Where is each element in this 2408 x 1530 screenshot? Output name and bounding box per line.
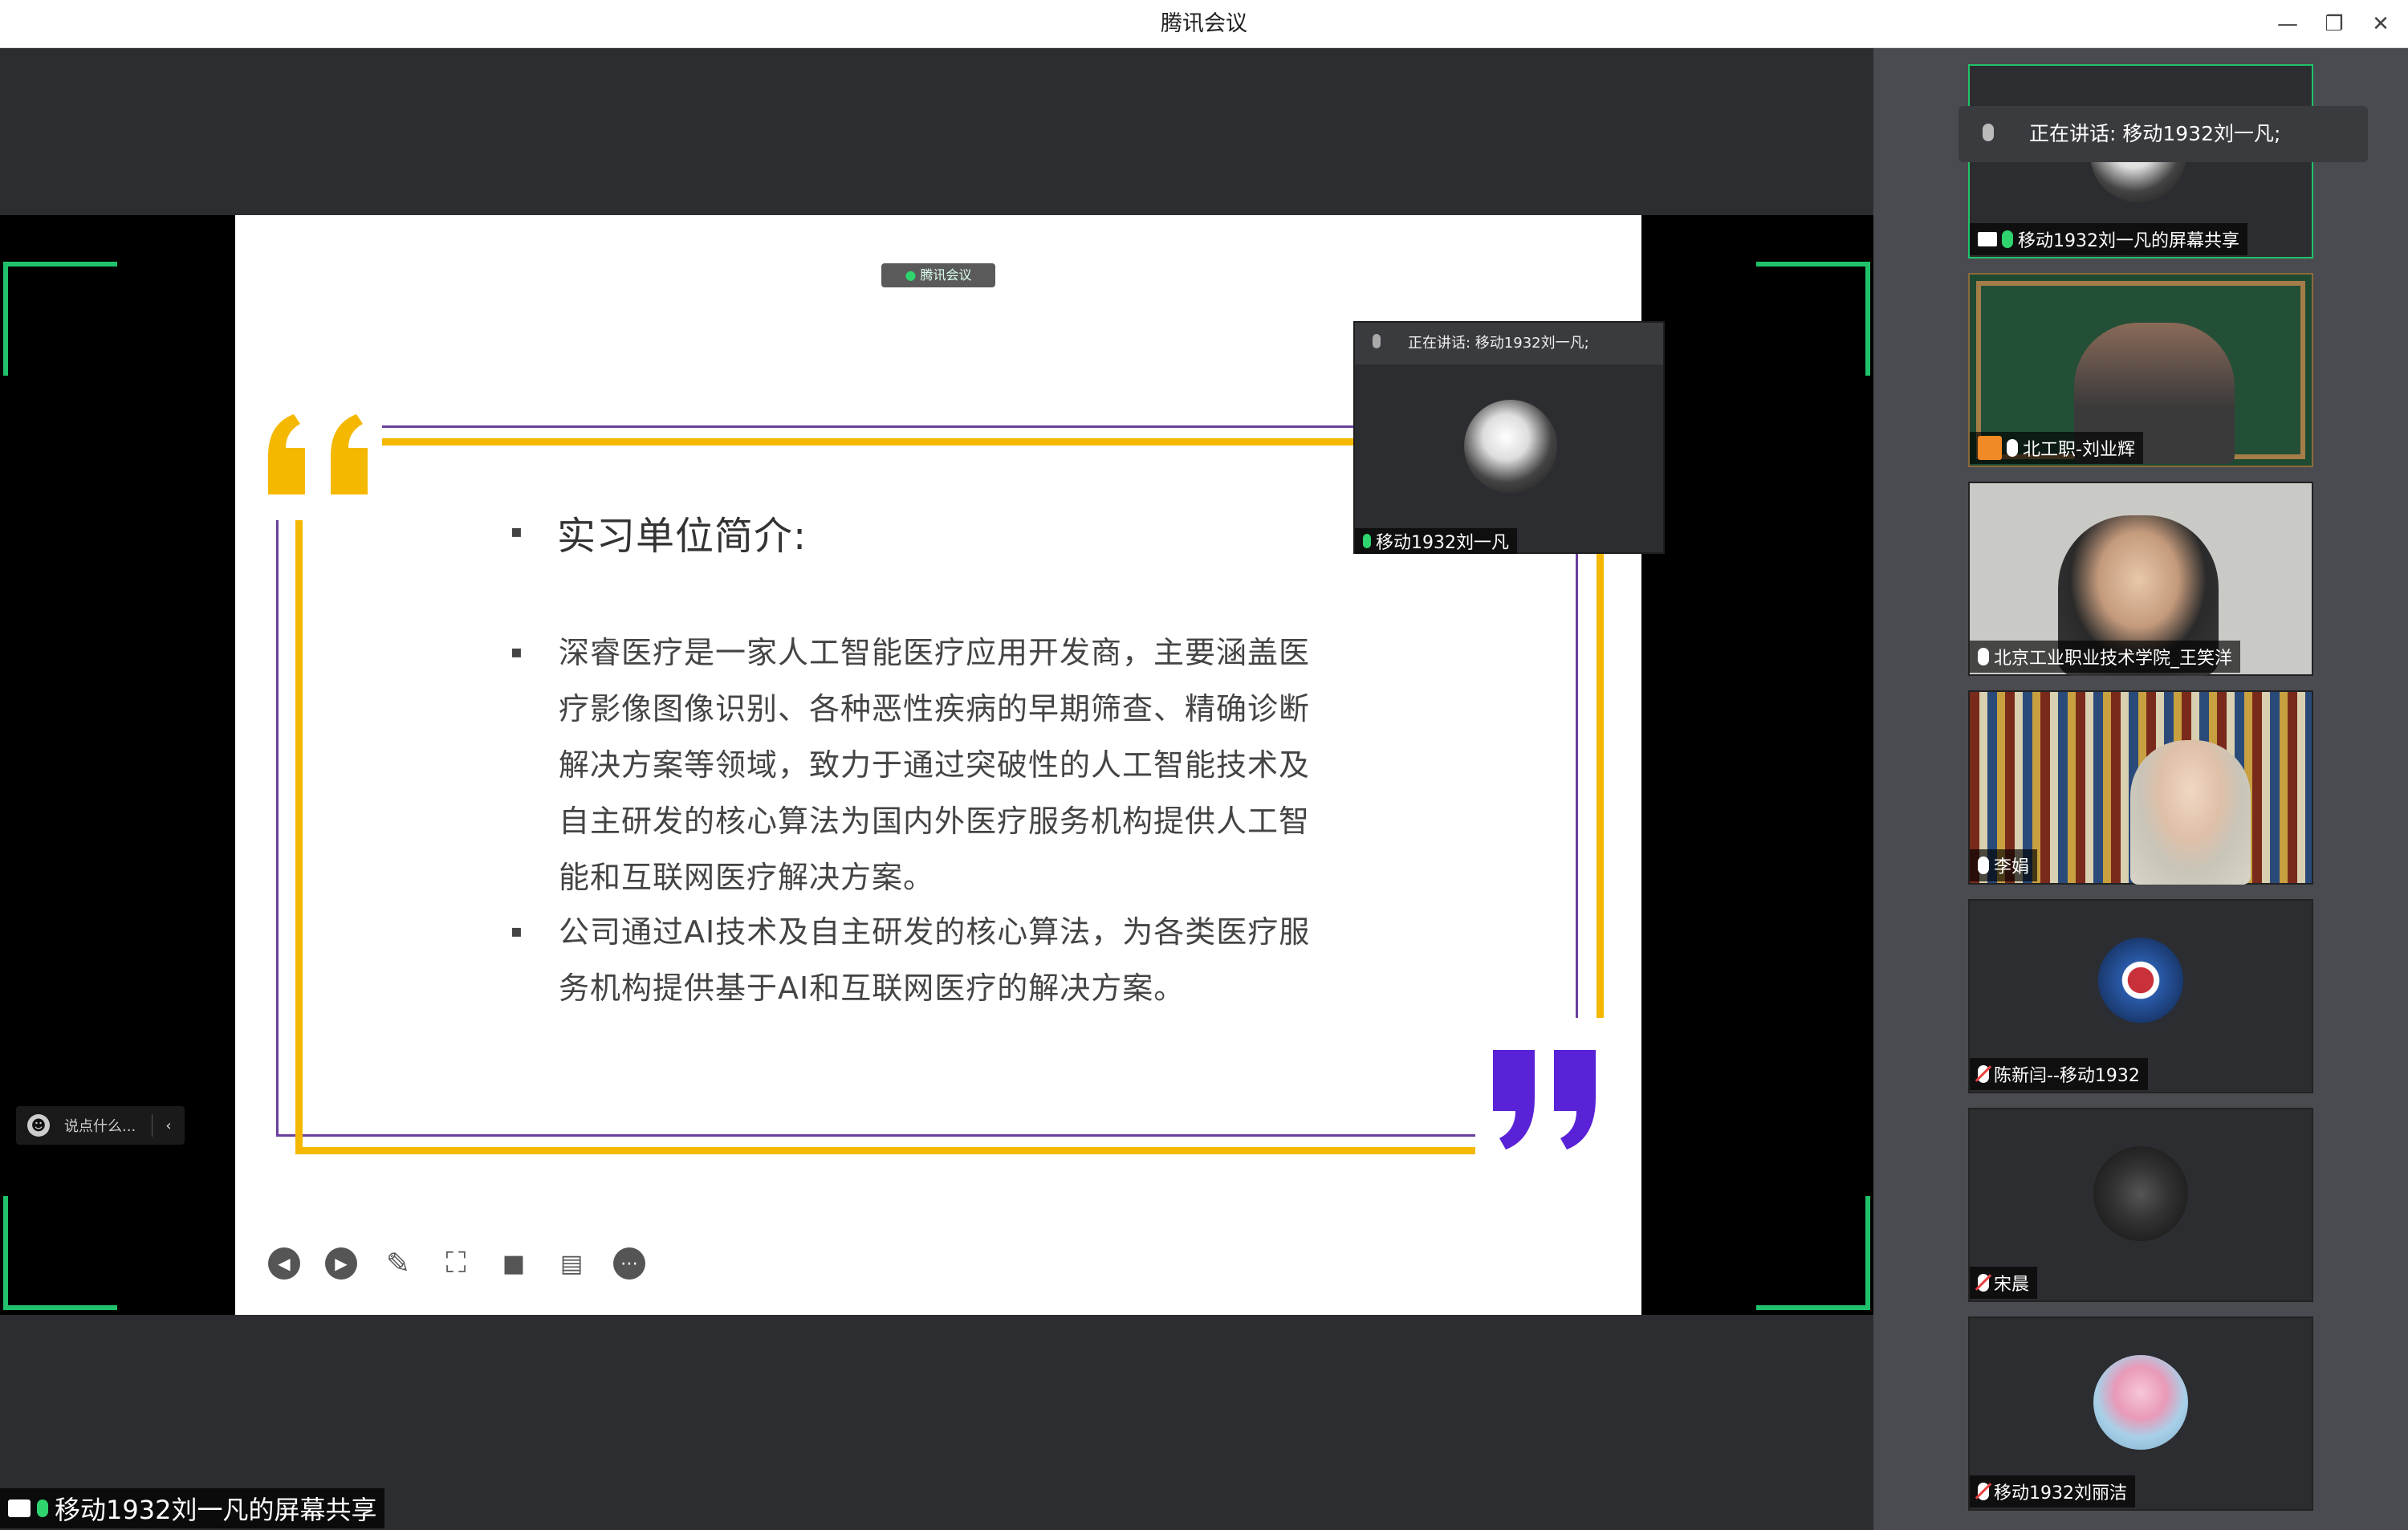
screen-share-icon	[1978, 232, 1997, 246]
title-bar: 腾讯会议 — ❐ ✕	[0, 0, 2408, 48]
participant-name-tag: 北工职-刘业辉	[1970, 432, 2143, 464]
mic-icon	[2007, 439, 2018, 457]
text-line: 解决方案等领域，致力于通过突破性的人工智能技术及	[559, 747, 1311, 783]
mic-icon	[1978, 857, 1989, 874]
participant-tile[interactable]: 北工职-刘业辉	[1968, 273, 2313, 467]
open-quote-icon	[265, 400, 382, 520]
avatar	[2093, 1146, 2188, 1241]
chevron-left-icon[interactable]: ‹	[153, 1117, 185, 1134]
speaker-label: 正在讲话: 移动1932刘一凡;	[1408, 335, 1589, 352]
participant-name-tag: 北京工业职业技术学院_王笑洋	[1970, 641, 2241, 673]
participant-tile[interactable]: 陈新闫--移动1932	[1968, 899, 2313, 1093]
comment-icon[interactable]: ▤	[555, 1247, 588, 1280]
avatar	[1464, 400, 1557, 493]
mic-icon	[1978, 648, 1989, 665]
corner-marker	[1756, 262, 1870, 376]
text-line: 深睿医疗是一家人工智能医疗应用开发商，主要涵盖医	[559, 635, 1311, 670]
participant-name-tag: 宋晨	[1970, 1267, 2038, 1299]
next-slide-icon[interactable]: ▶	[325, 1247, 357, 1280]
mic-muted-icon	[1978, 1483, 1989, 1500]
text-line: 疗影像图像识别、各种恶性疾病的早期筛查、精确诊断	[559, 691, 1311, 726]
participant-name-tag: 陈新闫--移动1932	[1970, 1058, 2148, 1090]
participant-name: 北京工业职业技术学院_王笑洋	[1994, 649, 2233, 669]
speaking-indicator: 正在讲话: 移动1932刘一凡;	[1959, 106, 2368, 162]
brand-tag: ● 腾讯会议	[881, 263, 995, 287]
chat-input[interactable]: ☻ 说点什么... ‹	[16, 1106, 185, 1145]
participant-tile[interactable]: 李娟	[1968, 690, 2313, 885]
participant-name: 北工职-刘业辉	[2023, 440, 2135, 460]
text-line: 自主研发的核心算法为国内外医疗服务机构提供人工智	[559, 804, 1311, 839]
mic-icon	[1373, 334, 1381, 348]
active-speaker-card[interactable]: 正在讲话: 移动1932刘一凡; 移动1932刘一凡	[1353, 321, 1665, 554]
minimize-icon[interactable]: —	[2272, 10, 2304, 39]
speaker-name: 移动1932刘一凡	[1376, 533, 1509, 553]
corner-marker	[3, 262, 117, 376]
restore-icon[interactable]: ❐	[2318, 10, 2350, 39]
bullet: ▪	[510, 922, 523, 942]
participant-name: 李娟	[1994, 857, 2030, 877]
slide-heading: 实习单位简介:	[557, 514, 807, 559]
slide-paragraph-1: 深睿医疗是一家人工智能医疗应用开发商，主要涵盖医 疗影像图像识别、各种恶性疾病的…	[559, 625, 1393, 905]
avatar	[2093, 938, 2188, 1032]
participant-tile[interactable]: 移动1932刘丽洁	[1968, 1316, 2313, 1511]
corner-marker	[1756, 1196, 1870, 1310]
text-line: 能和互联网医疗解决方案。	[559, 860, 935, 895]
close-icon[interactable]: ✕	[2365, 10, 2397, 39]
video-person	[2130, 740, 2251, 885]
mic-icon	[1363, 534, 1371, 548]
participant-name-tag: 移动1932刘丽洁	[1970, 1475, 2135, 1508]
mic-icon	[1983, 124, 1994, 141]
speaking-label: 正在讲话: 移动1932刘一凡;	[2029, 122, 2281, 145]
prev-slide-icon[interactable]: ◀	[268, 1247, 300, 1280]
bullet: ▪	[510, 642, 523, 662]
participant-name-tag: 移动1932刘一凡的屏幕共享	[1970, 223, 2247, 255]
mic-muted-icon	[1978, 1065, 1989, 1083]
participant-name-tag: 李娟	[1970, 849, 2038, 881]
screen-share-icon	[8, 1499, 31, 1517]
avatar	[2093, 1355, 2188, 1450]
participant-name: 陈新闫--移动1932	[1994, 1066, 2140, 1086]
participant-name: 移动1932刘丽洁	[1994, 1483, 2127, 1504]
participant-tile[interactable]: 宋晨	[1968, 1108, 2313, 1302]
pen-icon[interactable]: ✎	[382, 1247, 414, 1280]
speaker-bar: 正在讲话: 移动1932刘一凡;	[1355, 323, 1663, 364]
chat-placeholder: 说点什么...	[64, 1118, 136, 1135]
focus-icon[interactable]: ⛶	[440, 1247, 472, 1280]
host-icon	[1978, 436, 2002, 460]
close-quote-icon	[1475, 1018, 1618, 1170]
emoji-icon[interactable]: ☻	[27, 1114, 50, 1137]
participant-tile[interactable]: 北京工业职业技术学院_王笑洋	[1968, 482, 2313, 676]
bullet: ▪	[510, 522, 523, 542]
text-line: 公司通过AI技术及自主研发的核心算法，为各类医疗服	[559, 914, 1311, 950]
mic-icon	[37, 1499, 48, 1517]
share-label: 移动1932刘一凡的屏幕共享	[55, 1495, 377, 1525]
slide-paragraph-2: 公司通过AI技术及自主研发的核心算法，为各类医疗服 务机构提供基于AI和互联网医…	[559, 904, 1393, 1016]
brand-tag-label: 腾讯会议	[920, 267, 972, 283]
mic-muted-icon	[1978, 1274, 1989, 1292]
corner-marker	[3, 1196, 117, 1310]
participant-name: 宋晨	[1994, 1275, 2030, 1295]
screen-share-tag: 移动1932刘一凡的屏幕共享	[0, 1488, 385, 1528]
window-title: 腾讯会议	[1161, 11, 1247, 36]
text-line: 务机构提供基于AI和互联网医疗的解决方案。	[559, 970, 1186, 1006]
speaker-name-tag: 移动1932刘一凡	[1355, 528, 1517, 554]
camera-icon[interactable]: ■	[498, 1247, 530, 1280]
mic-icon	[2002, 230, 2013, 248]
more-icon[interactable]: ⋯	[613, 1247, 645, 1280]
participant-name: 移动1932刘一凡的屏幕共享	[2018, 231, 2239, 251]
